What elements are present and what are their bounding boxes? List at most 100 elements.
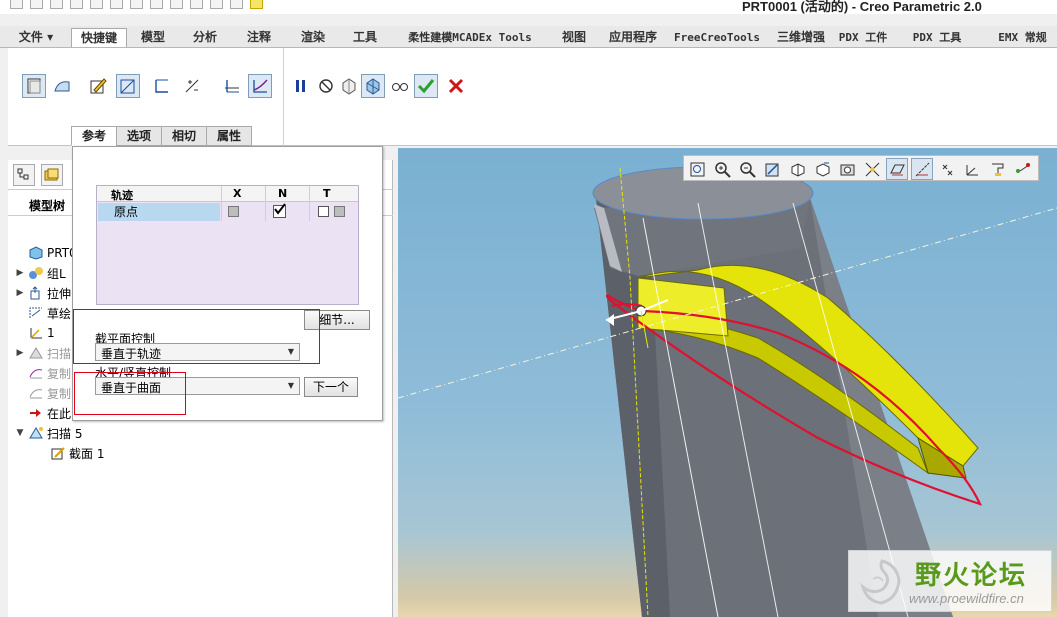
appearance-icon[interactable]	[250, 0, 263, 9]
highlight-box-surface-normal	[74, 372, 186, 415]
no-preview-icon[interactable]	[314, 74, 338, 98]
copy-surface-icon	[29, 369, 43, 379]
quick-access-toolbar	[10, 0, 263, 9]
surface-icon[interactable]	[50, 74, 74, 98]
expand-arrow-icon[interactable]: ▶	[14, 288, 26, 298]
expand-arrow-icon[interactable]: ▶	[14, 348, 26, 358]
tree-item-insert-here[interactable]: 在此	[14, 404, 71, 422]
tree-item-copy-2[interactable]: 复制	[14, 384, 71, 402]
tab-3d-enhance[interactable]: 三维增强	[770, 28, 832, 47]
tab-applications[interactable]: 应用程序	[602, 28, 664, 47]
refit-icon[interactable]	[686, 158, 708, 180]
n-checkbox[interactable]	[273, 203, 286, 218]
datum-point-display-icon[interactable]	[936, 158, 958, 180]
trajectory-name[interactable]: 原点	[98, 203, 220, 221]
tree-item-copy-1[interactable]: 复制	[14, 364, 71, 382]
model-tree-tab-icon[interactable]	[13, 164, 35, 186]
new-icon[interactable]	[10, 0, 23, 9]
tab-render[interactable]: 渲染	[290, 28, 336, 47]
cancel-x-icon[interactable]	[444, 74, 468, 98]
tab-pdx-tools[interactable]: PDX 工具	[902, 28, 972, 47]
variable-section-icon[interactable]	[248, 74, 272, 98]
remove-material-icon[interactable]	[116, 74, 140, 98]
attached-preview-icon[interactable]	[337, 74, 361, 98]
tree-item-extrude[interactable]: ▶ 拉伸	[14, 284, 71, 302]
trajectory-table-header: 轨迹 X N T	[97, 186, 358, 202]
trajectory-row-origin[interactable]: 原点	[97, 203, 358, 221]
spin-center-icon[interactable]	[1011, 158, 1033, 180]
sketch-icon	[29, 307, 42, 318]
tree-item-section-1[interactable]: 截面 1	[48, 444, 104, 462]
saved-views-icon[interactable]	[811, 158, 833, 180]
watermark-url: www.proewildfire.cn	[909, 591, 1024, 606]
dropdown-arrow-icon: ▼	[287, 381, 295, 390]
expand-arrow-icon[interactable]: ▶	[14, 268, 26, 278]
tree-item-datum[interactable]: 1	[14, 324, 55, 342]
next-button[interactable]: 下一个	[304, 377, 358, 397]
datum-curve-icon	[30, 328, 42, 339]
tab-shortcuts[interactable]: 快捷键	[71, 28, 127, 47]
solid-icon[interactable]	[22, 74, 46, 98]
open-icon[interactable]	[30, 0, 43, 9]
copy-icon[interactable]	[70, 0, 83, 9]
ok-checkmark-icon[interactable]	[414, 74, 438, 98]
tab-annotate[interactable]: 注释	[236, 28, 282, 47]
tab-freecreotools[interactable]: FreeCreoTools	[664, 28, 770, 47]
collapse-arrow-icon[interactable]: ▼	[14, 428, 26, 438]
t-checkbox[interactable]	[318, 206, 329, 217]
subtab-properties[interactable]: 属性	[206, 126, 253, 146]
close-window-icon[interactable]	[190, 0, 203, 9]
pause-icon[interactable]	[289, 74, 313, 98]
save-icon[interactable]	[50, 0, 63, 9]
tab-pdx-workpiece[interactable]: PDX 工件	[830, 28, 896, 47]
sketch-icon[interactable]	[210, 0, 223, 9]
tree-item-sweep-greyed[interactable]: ▶ 扫描	[14, 344, 71, 362]
header-trajectory: 轨迹	[111, 189, 133, 202]
subtab-references[interactable]: 参考	[71, 126, 118, 146]
highlight-box-section-control	[73, 309, 320, 364]
tab-tools[interactable]: 工具	[342, 28, 388, 47]
datum-axis-display-icon[interactable]	[911, 158, 933, 180]
tree-item-group[interactable]: ▶ 组L	[14, 264, 66, 282]
sweep-icon	[29, 347, 43, 359]
header-x: X	[233, 187, 242, 200]
subtab-tangency[interactable]: 相切	[161, 126, 208, 146]
regenerate-icon[interactable]	[150, 0, 163, 9]
undo-icon[interactable]	[110, 0, 123, 9]
subtab-options[interactable]: 选项	[116, 126, 163, 146]
tab-emx-general[interactable]: EMX 常规	[988, 28, 1057, 47]
tree-item-sketch[interactable]: 草绘	[14, 304, 71, 322]
ribbon-separator	[283, 48, 284, 146]
forum-watermark: 野火论坛 www.proewildfire.cn	[848, 550, 1052, 612]
tab-view[interactable]: 视图	[554, 28, 594, 47]
thicken-icon[interactable]	[150, 74, 174, 98]
datum-plane-display-icon[interactable]	[886, 158, 908, 180]
constant-section-icon[interactable]	[220, 74, 244, 98]
flip-direction-icon[interactable]	[180, 74, 204, 98]
tab-flexible-modeling[interactable]: 柔性建模MCADEx Tools	[390, 28, 550, 47]
display-style-icon[interactable]	[786, 158, 808, 180]
create-section-icon[interactable]	[86, 74, 110, 98]
redo-icon[interactable]	[130, 0, 143, 9]
tab-model[interactable]: 模型	[130, 28, 176, 47]
folder-browser-tab-icon[interactable]	[41, 164, 63, 186]
repaint-icon[interactable]	[761, 158, 783, 180]
zoom-out-icon[interactable]	[736, 158, 758, 180]
window-icon[interactable]	[170, 0, 183, 9]
coordinate-system-display-icon[interactable]	[961, 158, 983, 180]
style-icon[interactable]	[230, 0, 243, 9]
feature-preview-icon[interactable]	[361, 74, 385, 98]
zoom-in-icon[interactable]	[711, 158, 733, 180]
graphics-viewport[interactable]	[398, 148, 1057, 617]
perspective-icon[interactable]	[861, 158, 883, 180]
tree-item-sweep-5[interactable]: ▼ 扫描 5	[14, 424, 83, 442]
tab-analysis[interactable]: 分析	[182, 28, 228, 47]
annotation-display-icon[interactable]	[986, 158, 1008, 180]
paste-icon[interactable]	[90, 0, 103, 9]
view-manager-icon[interactable]	[836, 158, 858, 180]
t-checkbox-secondary[interactable]	[334, 206, 345, 217]
x-checkbox[interactable]	[228, 206, 239, 217]
tab-file[interactable]: 文件 ▾	[10, 28, 62, 47]
creo-window: PRT0001 (活动的) - Creo Parametric 2.0 文件 ▾…	[0, 0, 1057, 617]
verify-mode-icon[interactable]	[388, 74, 412, 98]
